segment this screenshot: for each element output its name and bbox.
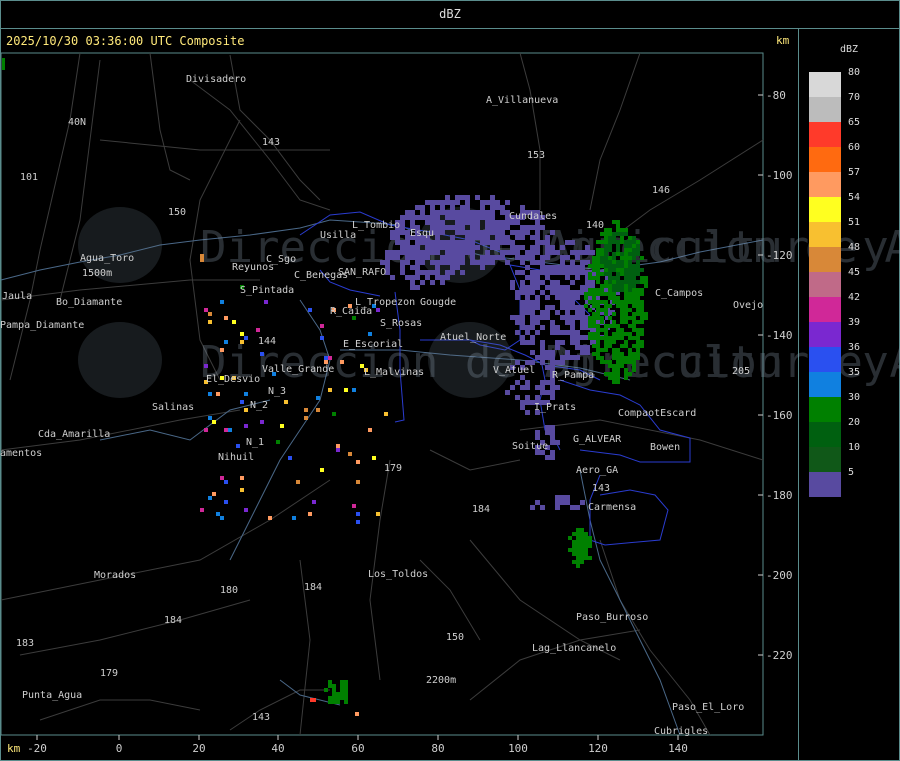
legend-label: 70 (848, 92, 861, 103)
legend-label: 57 (848, 167, 861, 178)
map-panel[interactable] (0, 28, 799, 761)
legend-label: 48 (848, 242, 861, 253)
legend-swatch (809, 297, 841, 322)
legend-label: 80 (848, 67, 861, 78)
legend-swatch (809, 122, 841, 147)
legend-label: 45 (848, 267, 861, 278)
legend-swatch (809, 97, 841, 122)
legend-swatch (809, 447, 841, 472)
legend-swatch (809, 347, 841, 372)
legend-label: 5 (848, 467, 855, 478)
legend-label: 20 (848, 417, 861, 428)
km-unit-top: km (776, 34, 790, 47)
legend-swatch (809, 272, 841, 297)
timestamp-label: 2025/10/30 03:36:00 UTC Composite (6, 34, 245, 48)
km-unit-bottom: km (7, 742, 21, 755)
legend-unit: dBZ (840, 44, 859, 55)
legend-label: 35 (848, 367, 861, 378)
legend-swatch (809, 372, 841, 397)
legend-swatch (809, 72, 841, 97)
product-title: dBZ (439, 7, 461, 21)
legend-label: 39 (848, 317, 861, 328)
legend-label: 30 (848, 392, 861, 403)
legend-label: 65 (848, 117, 861, 128)
legend-swatch (809, 222, 841, 247)
legend-label: 54 (848, 192, 861, 203)
legend-swatch (809, 247, 841, 272)
legend-swatch (809, 472, 841, 497)
title-bar: dBZ (0, 0, 900, 29)
legend-swatch (809, 422, 841, 447)
legend-label: 42 (848, 292, 861, 303)
legend-label: 60 (848, 142, 861, 153)
legend-label: 51 (848, 217, 861, 228)
legend-swatch (809, 172, 841, 197)
legend-swatch (809, 322, 841, 347)
legend-swatch (809, 397, 841, 422)
legend-swatch (809, 197, 841, 222)
legend-label: 10 (848, 442, 861, 453)
legend-swatch (809, 147, 841, 172)
legend-label: 36 (848, 342, 861, 353)
